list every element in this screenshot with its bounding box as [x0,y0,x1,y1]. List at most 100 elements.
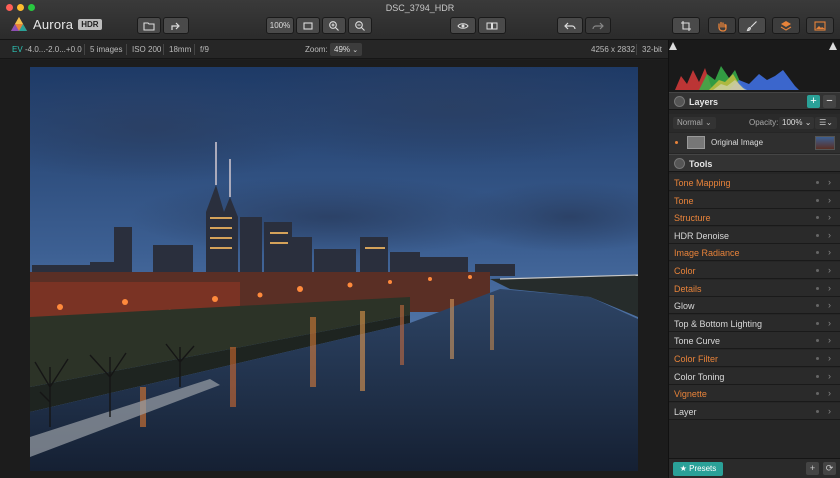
tool-status-dot [816,181,819,184]
chevron-down-icon: ⌄ [352,47,359,54]
chevron-right-icon: › [828,405,831,416]
image-canvas[interactable] [0,60,668,478]
ev-value: -4.0...-2.0...+0.0 [25,45,82,54]
separator [84,44,85,55]
crop-icon [681,20,691,31]
tool-row[interactable]: Tone Mapping › [669,174,840,191]
preview-toggle-button[interactable] [450,17,476,34]
add-layer-button[interactable]: + [807,95,820,108]
hand-tool-button[interactable] [708,17,736,34]
tool-name: Color Filter [674,354,719,364]
share-icon [171,22,180,30]
tool-row[interactable]: Color Filter › [669,350,840,367]
tool-row[interactable]: Tone › [669,191,840,209]
remove-layer-button[interactable]: − [823,95,836,108]
redo-button[interactable] [585,17,611,34]
chevron-right-icon: › [828,194,831,205]
zoom-100-button[interactable]: 100% [266,17,294,34]
focal-length: 18mm [169,45,192,54]
tool-name: Color Toning [674,371,725,382]
app-name: Aurora [33,16,74,32]
fit-screen-button[interactable] [296,17,320,34]
redo-icon [592,22,604,29]
refresh-icon[interactable]: ⟳ [823,462,836,475]
chevron-right-icon: › [828,282,831,293]
opacity-select[interactable]: 100% ⌄ [779,117,815,129]
layers-header[interactable]: Layers + − [669,92,840,110]
tool-row[interactable]: Glow › [669,297,840,315]
zoom-in-icon [329,20,339,31]
aperture-value: f/9 [200,45,209,54]
tool-row[interactable]: Details › [669,279,840,297]
aurora-hdr-window: DSC_3794_HDR Aurora HDR 100% EV -4.0...-… [0,0,840,478]
tool-status-dot [816,286,819,290]
tool-name: Vignette [674,389,707,400]
crop-button[interactable] [672,17,700,34]
layers-title: Layers [689,97,719,107]
tool-name: Tone [674,195,694,206]
separator [194,44,195,55]
share-button[interactable] [163,17,189,34]
tool-name: Layer [674,406,697,417]
brush-tool-button[interactable] [738,17,766,34]
city-skyline-image [30,67,638,471]
ev-label: EV [12,45,23,54]
tool-status-dot [816,409,819,413]
histogram-graph [669,42,837,90]
tool-status-dot [816,198,819,202]
tool-row[interactable]: HDR Denoise › [669,226,840,244]
tool-row[interactable]: Image Radiance › [669,244,840,262]
layers-panel-button[interactable] [772,17,800,34]
image-panel-button[interactable] [806,17,834,34]
image-icon [814,20,826,31]
tool-name: Tone Mapping [674,178,731,188]
layer-menu-button[interactable]: ☰⌄ [815,117,837,129]
zoom-value: 49% [334,45,351,54]
hdr-photo-preview[interactable] [30,67,638,471]
tool-row[interactable]: Vignette › [669,385,840,403]
tool-name: Structure [674,213,711,224]
tool-name: Glow [674,301,695,312]
chevron-right-icon: › [828,212,831,223]
compare-button[interactable] [478,17,506,34]
zoom-out-icon [355,20,365,31]
tools-header[interactable]: Tools [669,154,840,172]
tool-status-dot [816,233,819,237]
tool-row[interactable]: Layer › [669,402,840,420]
chevron-right-icon: › [828,317,831,328]
eye-icon [457,22,469,29]
opacity-label: Opacity: [749,118,779,127]
layer-item[interactable]: Original Image [669,133,840,153]
tool-row[interactable]: Color › [669,262,840,279]
blend-mode-select[interactable]: Normal ⌄ [673,117,716,129]
tool-row[interactable]: Top & Bottom Lighting › [669,314,840,332]
separator [636,44,637,55]
tool-row[interactable]: Color Toning › [669,367,840,385]
tool-row[interactable]: Tone Curve › [669,332,840,350]
iso-value: ISO 200 [132,45,162,54]
toolbar: DSC_3794_HDR Aurora HDR 100% [0,0,840,40]
layers-icon [780,20,792,31]
tools-title: Tools [689,159,713,169]
tool-status-dot [816,339,819,343]
tool-row[interactable]: Structure › [669,209,840,227]
open-button[interactable] [137,17,161,34]
layer-thumbnail [687,136,705,149]
tools-section-icon [674,158,685,169]
chevron-right-icon: › [828,370,831,381]
hand-icon [718,21,727,32]
tool-name: Top & Bottom Lighting [674,318,763,329]
zoom-select[interactable]: 49% ⌄ [330,43,363,56]
opacity-value: 100% [782,118,803,127]
tool-name: Details [674,283,702,294]
chevron-right-icon: › [828,229,831,240]
add-icon[interactable]: + [806,462,819,475]
shadow-clipping-icon [669,42,677,50]
highlight-clipping-icon [829,42,837,50]
zoom-in-button[interactable] [322,17,346,34]
presets-button[interactable]: ★ Presets [673,462,723,476]
undo-button[interactable] [557,17,583,34]
tool-status-dot [816,304,819,308]
tool-status-dot [816,374,819,378]
zoom-out-button[interactable] [348,17,372,34]
